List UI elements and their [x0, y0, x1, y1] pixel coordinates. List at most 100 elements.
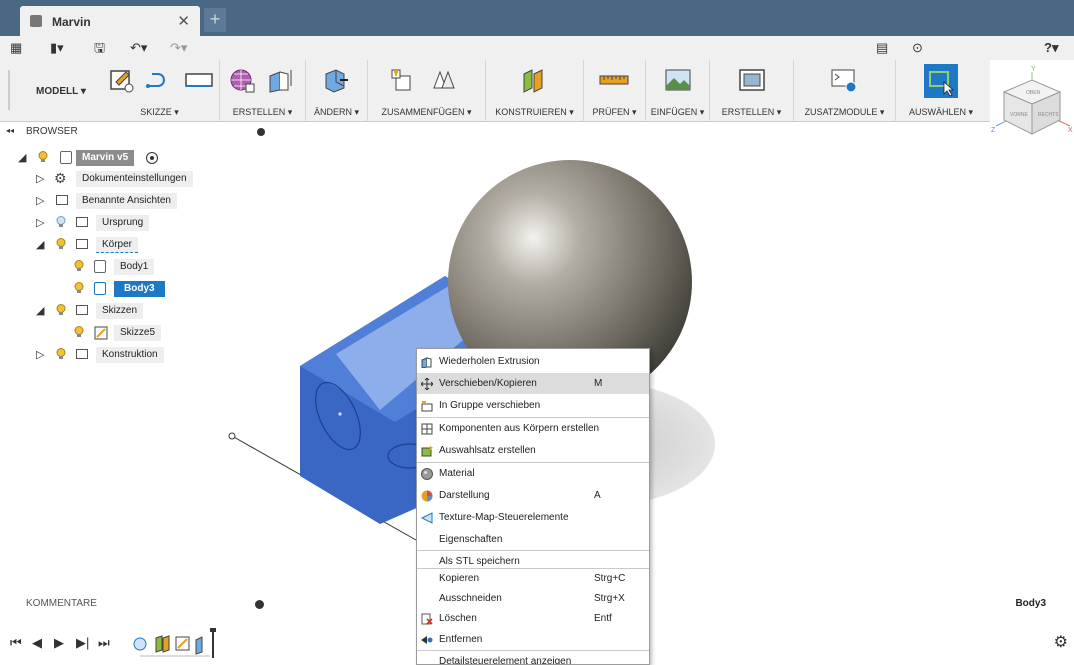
menu-item-move-copy[interactable]: Verschieben/Kopieren M: [417, 373, 649, 394]
menu-item-remove[interactable]: Entfernen: [417, 629, 649, 650]
new-component-icon[interactable]: [388, 66, 416, 94]
save-icon[interactable]: 🖫: [94, 39, 105, 57]
step-back-icon[interactable]: ◀: [32, 635, 42, 651]
viewcube-top-label[interactable]: OBEN: [1026, 90, 1041, 96]
menu-item-show-detail-control[interactable]: Detailsteuerelement anzeigen: [417, 651, 649, 665]
go-to-end-icon[interactable]: ⏭: [98, 635, 110, 651]
undo-icon[interactable]: ↶▾: [130, 39, 147, 57]
menu-item-move-to-group[interactable]: In Gruppe verschieben: [417, 395, 649, 416]
menu-item-label: Darstellung: [439, 490, 490, 501]
measure-icon[interactable]: [598, 66, 630, 94]
viewcube-right-label[interactable]: RECHTS: [1038, 112, 1059, 118]
ribbon-group-label: EINFÜGEN ▾: [650, 107, 705, 117]
go-to-start-icon[interactable]: ⏮: [10, 635, 22, 651]
menu-item-copy[interactable]: Kopieren Strg+C: [417, 568, 649, 589]
context-menu: Wiederholen Extrusion Verschieben/Kopier…: [416, 348, 650, 665]
redo-icon[interactable]: ↷▾: [170, 39, 187, 57]
ribbon-group-assemble[interactable]: ZUSAMMENFÜGEN ▾: [368, 60, 486, 122]
help-icon[interactable]: ?▾: [1044, 39, 1058, 57]
extrude-icon: [421, 357, 432, 368]
close-tab-icon[interactable]: ✕: [177, 12, 190, 30]
workspace-label: MODELL ▾: [36, 86, 86, 97]
press-pull-icon[interactable]: [322, 66, 350, 94]
ribbon-group-select[interactable]: AUSWÄHLEN ▾: [896, 60, 986, 122]
axis-y-label: Y: [1031, 66, 1036, 73]
new-tab-button[interactable]: +: [204, 8, 226, 32]
tab-bar: Marvin ✕ +: [0, 0, 1074, 36]
ribbon-group-make[interactable]: ERSTELLEN ▾: [710, 60, 794, 122]
ribbon-group-insert[interactable]: EINFÜGEN ▾: [646, 60, 710, 122]
move-arrows-icon: [421, 378, 433, 390]
play-icon[interactable]: ▶: [54, 635, 64, 651]
ribbon-group-construct[interactable]: KONSTRUIEREN ▾: [486, 60, 584, 122]
selection-status: Body3: [1015, 598, 1046, 609]
delete-icon: [421, 613, 433, 625]
comments-panel-header[interactable]: KOMMENTARE: [14, 594, 276, 614]
menu-item-material[interactable]: Material: [417, 463, 649, 484]
menu-item-label: Kopieren: [439, 573, 480, 584]
job-status-clock-icon[interactable]: ⊙: [912, 39, 923, 57]
ribbon-group-label: ÄNDERN ▾: [313, 107, 360, 117]
menu-item-label: Material: [439, 468, 475, 479]
sketch-point[interactable]: [228, 432, 236, 440]
ribbon-group-label: KONSTRUIEREN ▾: [495, 107, 574, 117]
extrude-icon[interactable]: [266, 66, 294, 94]
ribbon-group-label: ERSTELLEN ▾: [721, 107, 782, 117]
selection-set-icon: [421, 445, 433, 457]
menu-item-components-from-bodies[interactable]: Komponenten aus Körpern erstellen: [417, 418, 649, 439]
document-icon: [30, 15, 42, 27]
document-tab[interactable]: Marvin ✕: [20, 6, 200, 36]
ribbon-group-create[interactable]: ERSTELLEN ▾: [220, 60, 306, 122]
menu-item-label: Verschieben/Kopieren: [439, 378, 537, 389]
ribbon-group-sketch[interactable]: SKIZZE ▾: [100, 60, 220, 122]
menu-item-create-selection-set[interactable]: Auswahlsatz erstellen: [417, 440, 649, 461]
ribbon-group-label: AUSWÄHLEN ▾: [908, 107, 974, 117]
select-tool-icon[interactable]: [924, 64, 958, 98]
menu-item-label: Komponenten aus Körpern erstellen: [439, 423, 600, 434]
menu-item-label: Detailsteuerelement anzeigen: [439, 656, 572, 665]
comment-icon[interactable]: ▤: [876, 39, 888, 57]
menu-item-appearance[interactable]: Darstellung A: [417, 485, 649, 506]
menu-item-shortcut: Strg+C: [594, 573, 626, 584]
ribbon-group-inspect[interactable]: PRÜFEN ▾: [584, 60, 646, 122]
render-image-icon[interactable]: [738, 66, 766, 94]
rectangle-icon[interactable]: [184, 66, 214, 94]
offset-plane-icon[interactable]: [520, 66, 548, 94]
workspace-switcher[interactable]: MODELL ▾: [8, 70, 98, 110]
timeline-settings-gear-icon[interactable]: ⚙: [1054, 632, 1068, 652]
scripts-addins-icon[interactable]: [830, 66, 858, 94]
viewcube-front-label[interactable]: VORNE: [1010, 112, 1028, 118]
file-menu-icon[interactable]: ▮▾: [50, 39, 64, 57]
insert-image-icon[interactable]: [664, 66, 692, 94]
arc-icon[interactable]: [144, 66, 172, 94]
group-icon: [421, 401, 433, 412]
timeline-features[interactable]: [130, 626, 230, 660]
menu-item-properties[interactable]: Eigenschaften: [417, 529, 649, 550]
menu-item-shortcut: A: [594, 490, 601, 501]
menu-item-cut[interactable]: Ausschneiden Strg+X: [417, 588, 649, 609]
joint-icon[interactable]: [430, 66, 458, 94]
texture-map-icon: [421, 512, 433, 524]
add-comment-icon[interactable]: [255, 600, 264, 609]
create-sketch-icon[interactable]: [108, 66, 136, 94]
form-sphere-icon[interactable]: [228, 66, 256, 94]
remove-arrow-icon: [421, 636, 433, 644]
document-tab-title: Marvin: [52, 15, 91, 29]
menu-item-delete[interactable]: Löschen Entf: [417, 608, 649, 629]
menu-item-repeat-extrude[interactable]: Wiederholen Extrusion: [417, 351, 649, 372]
ribbon-group-label: ERSTELLEN ▾: [232, 107, 293, 117]
ribbon-group-label: ZUSAMMENFÜGEN ▾: [381, 107, 472, 117]
ribbon-group-modify[interactable]: ÄNDERN ▾: [306, 60, 368, 122]
menu-item-shortcut: Strg+X: [594, 593, 625, 604]
menu-item-shortcut: Entf: [594, 613, 612, 624]
ribbon-group-addins[interactable]: ZUSATZMODULE ▾: [794, 60, 896, 122]
menu-item-label: Texture-Map-Steuerelemente: [439, 512, 569, 523]
menu-item-label: Löschen: [439, 613, 477, 624]
step-forward-icon[interactable]: ▶|: [76, 635, 89, 651]
ribbon-group-label: SKIZZE ▾: [140, 107, 179, 117]
menu-item-label: Entfernen: [439, 634, 483, 645]
data-panel-grid-icon[interactable]: ▦: [10, 39, 22, 57]
menu-item-label: Ausschneiden: [439, 593, 502, 604]
menu-item-label: Auswahlsatz erstellen: [439, 445, 536, 456]
menu-item-texture-map[interactable]: Texture-Map-Steuerelemente: [417, 507, 649, 528]
